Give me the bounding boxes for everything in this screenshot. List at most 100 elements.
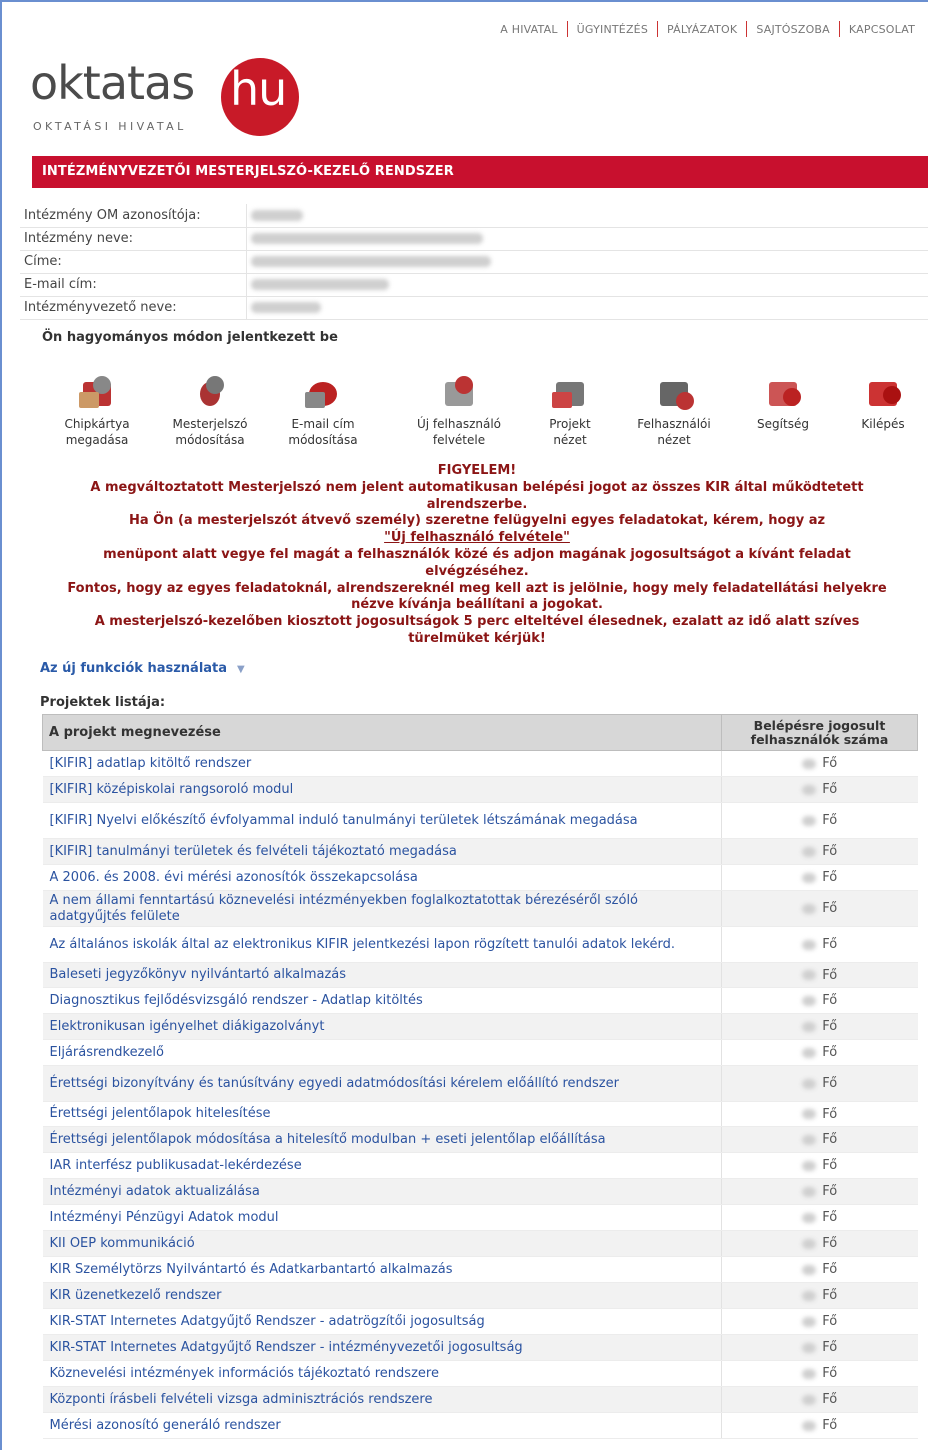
table-row: Központi írásbeli felvételi vizsga admin…: [42, 1386, 918, 1413]
table-row: Érettségi jelentőlapok módosítása a hite…: [42, 1126, 918, 1153]
top-navigation: A HIVATAL ÜGYINTÉZÉS PÁLYÁZATOK SAJTÓSZO…: [491, 21, 924, 37]
project-name-link[interactable]: [KIFIR] középiskolai rangsoroló modul: [42, 776, 722, 803]
project-name-link[interactable]: Baleseti jegyzőkönyv nyilvántartó alkalm…: [42, 962, 722, 988]
nav-palyazatok[interactable]: PÁLYÁZATOK: [658, 23, 746, 36]
project-name-link[interactable]: A nem állami fenntartású köznevelési int…: [42, 890, 722, 927]
count-unit: Fő: [822, 1106, 838, 1122]
redacted-count: [802, 1420, 817, 1431]
project-user-count: Fő: [721, 1039, 918, 1066]
site-logo[interactable]: oktatas hu OKTATÁSI HIVATAL: [30, 56, 310, 140]
warning-line: A mesterjelszó-kezelőben kiosztott jogos…: [94, 614, 860, 630]
project-name-link[interactable]: KIR üzenetkezelő rendszer: [42, 1282, 722, 1309]
table-row: KIR-STAT Internetes Adatgyűjtő Rendszer …: [42, 1308, 918, 1335]
table-row: Mérési azonosító generáló rendszer Fő: [42, 1412, 918, 1439]
project-name-link[interactable]: KIR-STAT Internetes Adatgyűjtő Rendszer …: [42, 1334, 722, 1361]
project-user-count: Fő: [721, 838, 918, 865]
nav-ugyintezes[interactable]: ÜGYINTÉZÉS: [568, 23, 657, 36]
tool-user-view-button[interactable]: Felhasználói nézet: [619, 374, 729, 448]
projects-table-body: [KIFIR] adatlap kitöltő rendszer Fő [KIFIR…: [42, 750, 918, 1439]
project-user-count: Fő: [721, 1178, 918, 1205]
email-icon: [303, 374, 343, 412]
project-user-count: Fő: [721, 1308, 918, 1335]
tool-logout-button[interactable]: Kilépés: [828, 374, 928, 432]
count-unit: Fő: [822, 901, 838, 916]
project-name-link[interactable]: Érettségi jelentőlapok módosítása a hite…: [42, 1126, 722, 1153]
warning-line: elvégzéséhez.: [425, 563, 529, 579]
project-name-link[interactable]: Központi írásbeli felvételi vizsga admin…: [42, 1386, 722, 1413]
project-name-link[interactable]: Eljárásrendkezelő: [42, 1039, 722, 1066]
project-user-count: Fő: [721, 1152, 918, 1179]
project-user-count: Fő: [721, 1360, 918, 1387]
nav-sajtoszoba[interactable]: SAJTÓSZOBA: [747, 23, 839, 36]
project-name-link[interactable]: [KIFIR] Nyelvi előkészítő évfolyammal in…: [42, 802, 722, 839]
tool-masterpassword-button[interactable]: Mesterjelszó módosítása: [155, 374, 265, 448]
table-row: Eljárásrendkezelő Fő: [42, 1039, 918, 1066]
project-name-link[interactable]: [KIFIR] tanulmányi területek és felvétel…: [42, 838, 722, 865]
project-name-link[interactable]: KIR-STAT Internetes Adatgyűjtő Rendszer …: [42, 1308, 722, 1335]
count-unit: Fő: [822, 1210, 838, 1225]
project-user-count: Fő: [721, 890, 918, 927]
project-user-count: Fő: [721, 1282, 918, 1309]
project-name-link[interactable]: Az általános iskolák által az elektronik…: [42, 926, 722, 963]
tool-help-button[interactable]: Segítség: [728, 374, 838, 432]
table-row: Köznevelési intézmények információs tájé…: [42, 1360, 918, 1387]
project-name-link[interactable]: IAR interfész publikusadat-lekérdezése: [42, 1152, 722, 1179]
project-name-link[interactable]: Mérési azonosító generáló rendszer: [42, 1412, 722, 1439]
project-name-link[interactable]: Elektronikusan igényelhet diákigazolvány…: [42, 1013, 722, 1040]
column-header-user-count: Belépésre jogosult felhasználók száma: [721, 714, 918, 751]
redacted-count: [802, 1368, 817, 1379]
project-name-link[interactable]: KII OEP kommunikáció: [42, 1230, 722, 1257]
project-user-count: Fő: [721, 1013, 918, 1040]
tool-email-button[interactable]: E-mail cím módosítása: [268, 374, 378, 448]
nav-a-hivatal[interactable]: A HIVATAL: [491, 23, 566, 36]
info-label: Intézmény neve:: [20, 227, 247, 251]
tool-chipcard-button[interactable]: Chipkártya megadása: [42, 374, 152, 448]
info-label: E-mail cím:: [20, 273, 247, 297]
project-name-link[interactable]: Intézményi adatok aktualizálása: [42, 1178, 722, 1205]
project-name-link[interactable]: A 2006. és 2008. évi mérési azonosítók ö…: [42, 864, 722, 891]
project-user-count: Fő: [721, 802, 918, 839]
tool-label: módosítása: [175, 433, 245, 447]
redacted-count: [802, 970, 817, 980]
project-name-link[interactable]: Köznevelési intézmények információs tájé…: [42, 1360, 722, 1387]
header-line: Belépésre jogosult: [753, 717, 886, 733]
tool-label: nézet: [553, 433, 587, 447]
tool-label: Segítség: [757, 417, 809, 431]
project-name-link[interactable]: Érettségi bizonyítvány és tanúsítvány eg…: [42, 1065, 722, 1102]
table-row: Érettségi jelentőlapok hitelesítése Fő: [42, 1101, 918, 1127]
project-name-link[interactable]: Intézményi Pénzügyi Adatok modul: [42, 1204, 722, 1231]
redacted-count: [802, 1290, 817, 1301]
project-user-count: Fő: [721, 864, 918, 891]
project-name-link[interactable]: Diagnosztikus fejlődésvizsgáló rendszer …: [42, 987, 722, 1014]
project-user-count: Fő: [721, 1204, 918, 1231]
user-view-icon: [654, 374, 694, 412]
info-value-redacted: [246, 204, 928, 228]
table-row: [KIFIR] adatlap kitöltő rendszer Fő: [42, 750, 918, 777]
nav-kapcsolat[interactable]: KAPCSOLAT: [840, 23, 924, 36]
new-functions-toggle[interactable]: Az új funkciók használata ▼: [40, 661, 245, 676]
warning-title: FIGYELEM!: [437, 463, 517, 478]
project-name-link[interactable]: KIR Személytörzs Nyilvántartó és Adatkar…: [42, 1256, 722, 1283]
tool-label: felvétele: [432, 433, 486, 447]
count-unit: Fő: [822, 1366, 838, 1381]
logo-domain: hu: [230, 62, 287, 116]
redacted-count: [802, 1186, 817, 1197]
new-user-link[interactable]: "Új felhasználó felvétele": [42, 530, 912, 547]
project-name-link[interactable]: [KIFIR] adatlap kitöltő rendszer: [42, 750, 722, 777]
tool-add-user-button[interactable]: Új felhasználó felvétele: [404, 374, 514, 448]
project-name-link[interactable]: Érettségi jelentőlapok hitelesítése: [42, 1101, 722, 1127]
count-unit: Fő: [822, 1340, 838, 1355]
count-unit: Fő: [822, 993, 838, 1008]
tool-project-view-button[interactable]: Projekt nézet: [515, 374, 625, 448]
info-row: Intézményvezető neve:: [20, 296, 928, 320]
redacted-count: [802, 1134, 817, 1145]
redacted-count: [802, 1342, 817, 1353]
project-user-count: Fő: [721, 1256, 918, 1283]
keys-icon: [190, 374, 230, 412]
warning-line: türelmüket kérjük!: [408, 630, 546, 646]
logout-icon: [863, 374, 903, 412]
redacted-count: [802, 1212, 817, 1223]
warning-notice: FIGYELEM! A megváltoztatott Mesterjelszó…: [42, 463, 912, 648]
warning-line: alrendszerbe.: [426, 496, 528, 512]
new-functions-label: Az új funkciók használata: [40, 661, 228, 676]
